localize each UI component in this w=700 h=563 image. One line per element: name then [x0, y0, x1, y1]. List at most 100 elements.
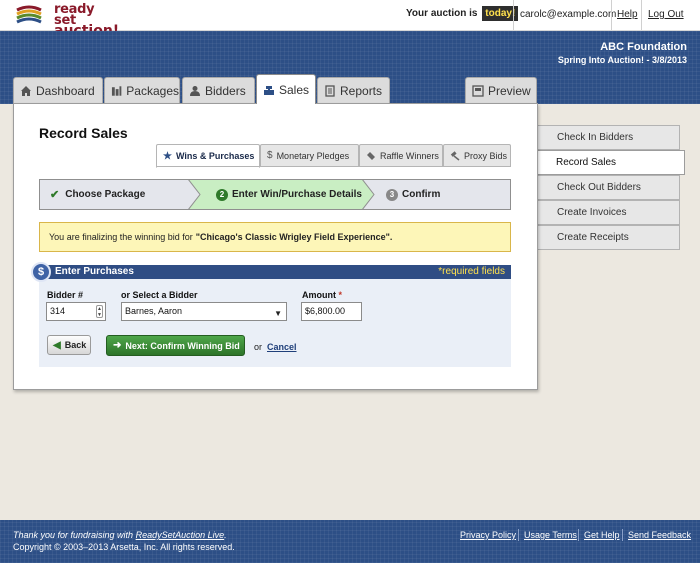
subtab-monetary-pledges[interactable]: $ Monetary Pledges [260, 144, 359, 167]
app-logo[interactable]: ready set auction! [14, 2, 119, 38]
top-bar: ready set auction! Your auction is today… [0, 0, 700, 38]
amount-label-text: Amount [302, 290, 336, 300]
footer-product-link[interactable]: ReadySetAuction Live [136, 530, 225, 540]
page-title: Record Sales [39, 125, 128, 141]
arrow-right-icon: ➜ [113, 340, 122, 351]
tab-label: Reports [340, 83, 383, 98]
step-number: 2 [216, 188, 228, 201]
organization-name: ABC Foundation [600, 41, 687, 53]
subtab-divider [156, 166, 511, 167]
step-number: 3 [386, 188, 398, 201]
menu-item-create-invoices[interactable]: Create Invoices [538, 200, 680, 225]
step-arrow-icon [362, 179, 375, 210]
step-label: Confirm [402, 189, 441, 200]
step-label: Enter Win/Purchase Details [232, 189, 362, 200]
back-button-label: Back [64, 340, 87, 350]
package-name: "Chicago's Classic Wrigley Field Experie… [195, 232, 393, 242]
bidder-number-field[interactable]: 314 ▲ ▼ [46, 302, 106, 321]
tab-label: Preview [488, 83, 531, 98]
step-label: Choose Package [65, 189, 146, 200]
back-button[interactable]: ◀ Back [47, 335, 91, 355]
amount-value: $6,800.00 [305, 306, 346, 316]
ticket-icon [367, 151, 375, 160]
footer-thanks-text: Thank you for fundraising with [13, 530, 134, 540]
next-confirm-button[interactable]: ➜ Next: Confirm Winning Bid [106, 335, 245, 356]
topbar-divider [513, 0, 514, 30]
tab-reports[interactable]: Reports [317, 77, 390, 103]
person-icon [190, 85, 200, 96]
gavel-icon [450, 150, 460, 161]
packages-icon [111, 85, 122, 96]
bidder-number-label: Bidder # [47, 290, 84, 300]
tab-label: Sales [279, 82, 310, 97]
step-arrow-icon [188, 179, 201, 210]
menu-item-create-receipts[interactable]: Create Receipts [538, 225, 680, 250]
footer: Thank you for fundraising with ReadySetA… [0, 520, 700, 563]
subtab-label: Raffle Winners [380, 150, 439, 161]
footer-copyright: Copyright © 2003–2013 Arsetta, Inc. All … [13, 542, 235, 552]
enter-purchases-box: Enter Purchases *required fields $ Bidde… [31, 262, 511, 367]
tab-bidders[interactable]: Bidders [182, 77, 255, 103]
usage-terms-link[interactable]: Usage Terms [524, 530, 577, 540]
record-sales-panel: Record Sales ★ Wins & Purchases $ Moneta… [13, 103, 538, 390]
subtab-label: Proxy Bids [464, 150, 508, 161]
cash-register-icon [264, 85, 274, 95]
subtab-wins-purchases[interactable]: ★ Wins & Purchases [156, 144, 260, 168]
tab-dashboard[interactable]: Dashboard [13, 77, 103, 103]
auction-status: Your auction is today! [406, 6, 519, 21]
enter-purchases-header: Enter Purchases *required fields [39, 265, 511, 279]
tab-label: Dashboard [36, 83, 95, 98]
subtab-proxy-bids[interactable]: Proxy Bids [443, 144, 511, 167]
send-feedback-link[interactable]: Send Feedback [628, 530, 691, 540]
wizard-steps: ✔ Choose Package 2 Enter Win/Purchase De… [39, 179, 511, 210]
privacy-policy-link[interactable]: Privacy Policy [460, 530, 516, 540]
subtab-raffle-winners[interactable]: Raffle Winners [359, 144, 443, 167]
amount-field[interactable]: $6,800.00 [301, 302, 362, 321]
section-heading: Enter Purchases [55, 266, 134, 277]
footer-thanks-period: . [224, 530, 227, 540]
get-help-link[interactable]: Get Help [584, 530, 620, 540]
subtab-label: Wins & Purchases [175, 151, 255, 161]
report-icon [325, 84, 335, 97]
auction-status-text: Your auction is [406, 8, 478, 19]
event-name: Spring Into Auction! - 3/8/2013 [557, 55, 687, 65]
preview-icon [472, 84, 484, 97]
logout-link[interactable]: Log Out [648, 9, 684, 20]
user-email: carolc@example.com [520, 9, 617, 20]
spinner-icon[interactable]: ▲ ▼ [96, 305, 103, 318]
wizard-step-choose-package[interactable]: ✔ Choose Package [40, 180, 188, 209]
footer-divider [518, 529, 519, 541]
bidder-number-value: 314 [50, 306, 66, 316]
arrow-left-icon: ◀ [53, 339, 61, 351]
checkmark-icon: ✔ [50, 189, 60, 201]
amount-label: Amount * [302, 290, 342, 300]
tab-label: Bidders [205, 83, 246, 98]
dollar-icon: $ [267, 150, 273, 161]
or-text: or [254, 342, 263, 352]
subtab-label: Monetary Pledges [276, 150, 350, 161]
logo-stripes-icon [16, 5, 42, 24]
topbar-divider [641, 0, 642, 30]
cancel-link[interactable]: Cancel [267, 342, 297, 352]
select-bidder-dropdown[interactable]: Barnes, Aaron ▼ [121, 302, 287, 321]
next-button-label: Next: Confirm Winning Bid [125, 340, 240, 351]
tab-packages[interactable]: Packages [104, 77, 180, 103]
tab-preview[interactable]: Preview [465, 77, 537, 103]
wizard-step-enter-details: 2 Enter Win/Purchase Details [188, 180, 362, 209]
wizard-step-confirm: 3 Confirm [362, 180, 510, 209]
tab-sales[interactable]: Sales [256, 74, 316, 104]
notice-text: You are finalizing the winning bid for [49, 232, 193, 242]
help-link[interactable]: Help [617, 9, 638, 20]
menu-item-check-in-bidders[interactable]: Check In Bidders [538, 125, 680, 150]
required-marker: * [338, 290, 343, 300]
footer-thanks: Thank you for fundraising with ReadySetA… [13, 530, 227, 540]
star-icon: ★ [163, 150, 172, 162]
menu-item-record-sales[interactable]: Record Sales [537, 150, 685, 175]
chevron-down-icon: ▼ [274, 309, 282, 318]
finalizing-notice: You are finalizing the winning bid for "… [39, 222, 511, 252]
home-icon [21, 85, 31, 96]
dollar-badge-icon: $ [31, 262, 51, 282]
menu-item-check-out-bidders[interactable]: Check Out Bidders [538, 175, 680, 200]
selected-bidder: Barnes, Aaron [125, 306, 183, 316]
tab-label: Packages [126, 83, 179, 98]
